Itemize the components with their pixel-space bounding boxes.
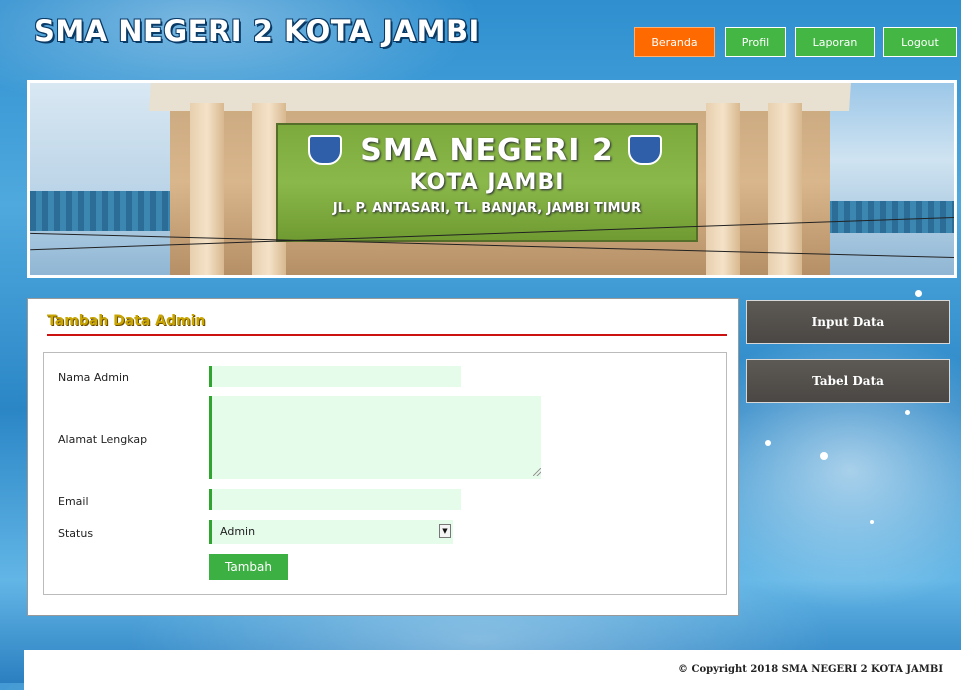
status-label: Status [58,527,94,540]
nav-profil-button[interactable]: Profil [725,27,786,57]
nama-admin-label: Nama Admin [58,371,129,384]
banner-school-sign: SMA NEGERI 2 KOTA JAMBI JL. P. ANTASARI,… [276,123,698,242]
textarea-resize-handle[interactable] [533,468,541,476]
top-nav: Beranda Profil Laporan Logout [0,27,961,57]
heading-divider [47,334,727,336]
background-sparkle [765,440,771,446]
background-sparkle [820,452,828,460]
copyright-text: © Copyright 2018 SMA NEGERI 2 KOTA JAMBI [678,664,943,675]
nav-logout-button[interactable]: Logout [883,27,957,57]
nav-laporan-button[interactable]: Laporan [795,27,875,57]
background-sparkle [870,520,874,524]
nama-admin-input[interactable] [209,366,461,387]
status-select[interactable]: Admin ▼ [209,520,453,544]
page-title: Tambah Data Admin [47,313,206,329]
background-sparkle [915,290,922,297]
tambah-button[interactable]: Tambah [209,554,288,580]
school-banner-image: SMA NEGERI 2 KOTA JAMBI JL. P. ANTASARI,… [27,80,957,278]
add-admin-form: Nama Admin Alamat Lengkap Email Status A… [43,352,727,595]
email-label: Email [58,495,89,508]
background-sparkle [905,410,910,415]
city-emblem-icon [628,135,662,165]
alamat-lengkap-label: Alamat Lengkap [58,433,148,446]
status-selected-value: Admin [220,525,256,538]
sidebar-input-data-button[interactable]: Input Data [746,300,950,344]
email-input[interactable] [209,489,461,510]
sign-line-address: JL. P. ANTASARI, TL. BANJAR, JAMBI TIMUR [332,201,642,216]
alamat-lengkap-textarea[interactable] [209,396,541,479]
nav-beranda-button[interactable]: Beranda [634,27,715,57]
dropdown-arrow-icon[interactable]: ▼ [439,524,451,538]
sign-line-city: KOTA JAMBI [409,170,565,195]
school-emblem-icon [308,135,342,165]
footer: © Copyright 2018 SMA NEGERI 2 KOTA JAMBI [24,650,961,690]
content-panel: Tambah Data Admin Nama Admin Alamat Leng… [27,298,739,616]
banner-pillar [190,103,224,275]
sidebar-tabel-data-button[interactable]: Tabel Data [746,359,950,403]
